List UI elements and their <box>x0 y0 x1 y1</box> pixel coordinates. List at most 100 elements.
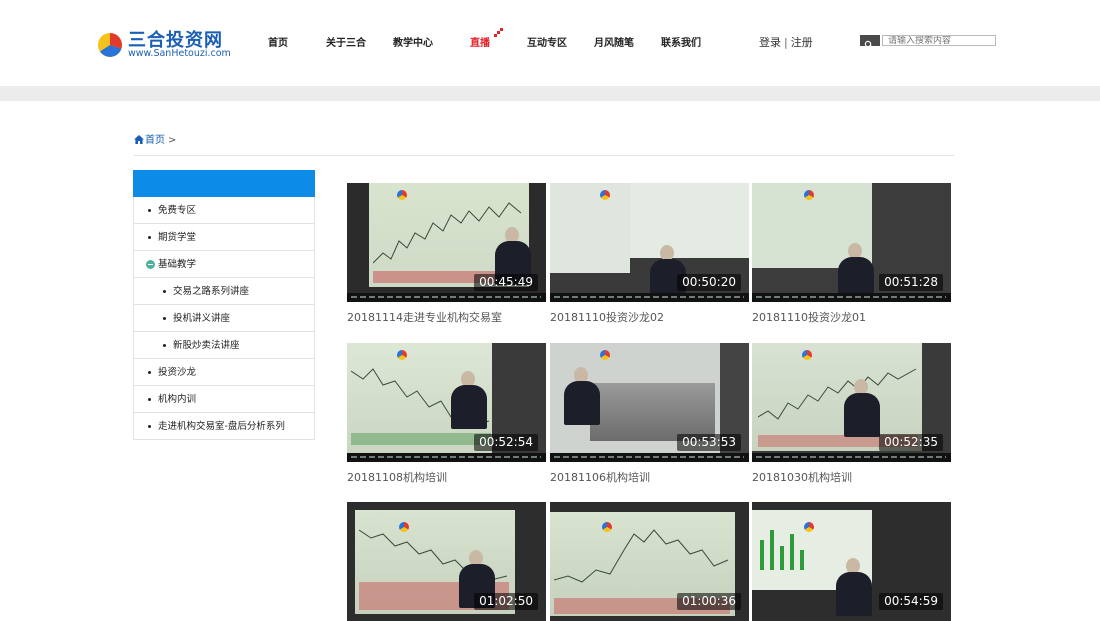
sanhe-logo-icon <box>600 350 610 360</box>
lecturer-figure <box>844 379 880 437</box>
sanhe-logo-icon <box>804 190 814 200</box>
bullet-icon <box>163 290 166 293</box>
video-title[interactable]: 20181110投资沙龙01 <box>752 309 951 325</box>
sidebar-item-basics[interactable]: 基础教学 <box>133 251 315 278</box>
sidebar-item-trading-room[interactable]: 走进机构交易室-盘后分析系列 <box>133 413 315 440</box>
video-title[interactable]: 20181110投资沙龙02 <box>550 309 749 325</box>
video-duration: 00:53:53 <box>677 434 741 451</box>
video-thumbnail[interactable]: 00:52:35 <box>752 343 951 462</box>
search-input[interactable] <box>882 35 996 46</box>
breadcrumb-home[interactable]: 首页 <box>145 135 165 146</box>
site-header: 三合投资网 www.SanHetouzi.com 首页 关于三合 教学中心 直播… <box>0 0 1100 86</box>
video-ticker-bar <box>550 453 749 462</box>
sidebar-item-free-zone[interactable]: 免费专区 <box>133 197 315 224</box>
search-box <box>860 35 996 49</box>
sidebar-item-label: 走进机构交易室-盘后分析系列 <box>158 421 285 432</box>
search-button[interactable] <box>860 35 880 49</box>
sanhe-logo-icon <box>602 522 612 532</box>
sidebar-subitem-new-stock[interactable]: 新股炒卖法讲座 <box>133 332 315 359</box>
video-duration: 00:50:20 <box>677 274 741 291</box>
sidebar-header <box>133 170 315 197</box>
nav-home[interactable]: 首页 <box>268 34 288 49</box>
video-thumbnail[interactable]: 00:45:49 <box>347 183 546 302</box>
search-icon <box>864 40 874 49</box>
video-duration: 00:45:49 <box>474 274 538 291</box>
video-card[interactable]: 00:53:53 20181106机构培训 <box>550 343 749 485</box>
sanhe-logo-icon <box>600 190 610 200</box>
bullet-icon <box>163 317 166 320</box>
breadcrumb-divider <box>134 155 954 156</box>
lecturer-figure <box>451 371 487 429</box>
bullet-icon <box>148 425 151 428</box>
sidebar-item-label: 期货学堂 <box>158 232 197 243</box>
live-indicator-icon <box>494 28 504 38</box>
video-duration: 00:54:59 <box>879 593 943 610</box>
category-sidebar: 免费专区 期货学堂 基础教学 交易之路系列讲座 投机讲义讲座 新股炒卖法讲座 投… <box>133 170 315 440</box>
projector-screen <box>630 183 749 258</box>
nav-live[interactable]: 直播 <box>470 34 490 49</box>
video-card[interactable]: 00:51:28 20181110投资沙龙01 <box>752 183 951 325</box>
bullet-icon <box>163 344 166 347</box>
video-card[interactable]: 00:54:59 <box>752 502 951 621</box>
sidebar-item-label: 基础教学 <box>158 259 197 270</box>
sidebar-item-label: 投机讲义讲座 <box>173 313 231 324</box>
bullet-icon <box>148 236 151 239</box>
site-logo[interactable]: 三合投资网 www.SanHetouzi.com <box>97 26 237 62</box>
nav-interactive[interactable]: 互动专区 <box>527 34 567 49</box>
sidebar-item-training[interactable]: 机构内训 <box>133 386 315 413</box>
video-title[interactable]: 20181030机构培训 <box>752 469 951 485</box>
video-title[interactable]: 20181106机构培训 <box>550 469 749 485</box>
nav-teaching[interactable]: 教学中心 <box>393 34 433 49</box>
video-card[interactable]: 00:52:54 20181108机构培训 <box>347 343 546 485</box>
video-thumbnail[interactable]: 00:52:54 <box>347 343 546 462</box>
video-card[interactable]: 00:52:35 20181030机构培训 <box>752 343 951 485</box>
video-title[interactable]: 20181108机构培训 <box>347 469 546 485</box>
sidebar-item-salon[interactable]: 投资沙龙 <box>133 359 315 386</box>
video-ticker-bar <box>752 293 951 302</box>
video-title[interactable]: 20181114走进专业机构交易室 <box>347 309 546 325</box>
home-icon <box>134 135 144 144</box>
video-card[interactable]: 01:02:50 <box>347 502 546 621</box>
lecturer-figure <box>564 367 600 425</box>
video-thumbnail[interactable]: 01:00:36 <box>550 502 749 621</box>
sidebar-subitem-trading-road[interactable]: 交易之路系列讲座 <box>133 278 315 305</box>
video-card[interactable]: 00:50:20 20181110投资沙龙02 <box>550 183 749 325</box>
sidebar-item-label: 交易之路系列讲座 <box>173 286 250 297</box>
bullet-icon <box>148 371 151 374</box>
video-ticker-bar <box>347 453 546 462</box>
sidebar-item-label: 机构内训 <box>158 394 197 405</box>
sanhe-logo-icon <box>397 350 407 360</box>
bullet-icon <box>148 398 151 401</box>
video-duration: 00:51:28 <box>879 274 943 291</box>
video-card[interactable]: 00:45:49 20181114走进专业机构交易室 <box>347 183 546 325</box>
video-ticker-bar <box>347 293 546 302</box>
login-link[interactable]: 登录 <box>759 36 781 49</box>
sidebar-item-label: 免费专区 <box>158 205 197 216</box>
auth-links: 登录 | 注册 <box>759 34 813 50</box>
sanhe-logo-icon <box>397 190 407 200</box>
whiteboard <box>590 383 715 441</box>
header-divider-band <box>0 86 1100 101</box>
video-thumbnail[interactable]: 00:53:53 <box>550 343 749 462</box>
nav-contact[interactable]: 联系我们 <box>661 34 701 49</box>
sanhe-logo-icon <box>399 522 409 532</box>
brand-url: www.SanHetouzi.com <box>128 48 231 59</box>
video-duration: 00:52:35 <box>879 434 943 451</box>
collapse-icon <box>146 260 155 269</box>
video-thumbnail[interactable]: 00:51:28 <box>752 183 951 302</box>
sidebar-subitem-speculation[interactable]: 投机讲义讲座 <box>133 305 315 332</box>
video-ticker-bar <box>550 293 749 302</box>
sanhe-logo-icon <box>804 522 814 532</box>
sidebar-item-futures[interactable]: 期货学堂 <box>133 224 315 251</box>
nav-essays[interactable]: 月风随笔 <box>594 34 634 49</box>
video-thumbnail[interactable]: 00:54:59 <box>752 502 951 621</box>
video-duration: 01:00:36 <box>677 593 741 610</box>
sidebar-item-label: 投资沙龙 <box>158 367 197 378</box>
logo-icon <box>98 33 122 57</box>
video-card[interactable]: 01:00:36 <box>550 502 749 621</box>
video-thumbnail[interactable]: 00:50:20 <box>550 183 749 302</box>
register-link[interactable]: 注册 <box>791 36 813 49</box>
breadcrumb: 首页 > <box>134 131 176 146</box>
video-thumbnail[interactable]: 01:02:50 <box>347 502 546 621</box>
nav-about[interactable]: 关于三合 <box>326 34 366 49</box>
